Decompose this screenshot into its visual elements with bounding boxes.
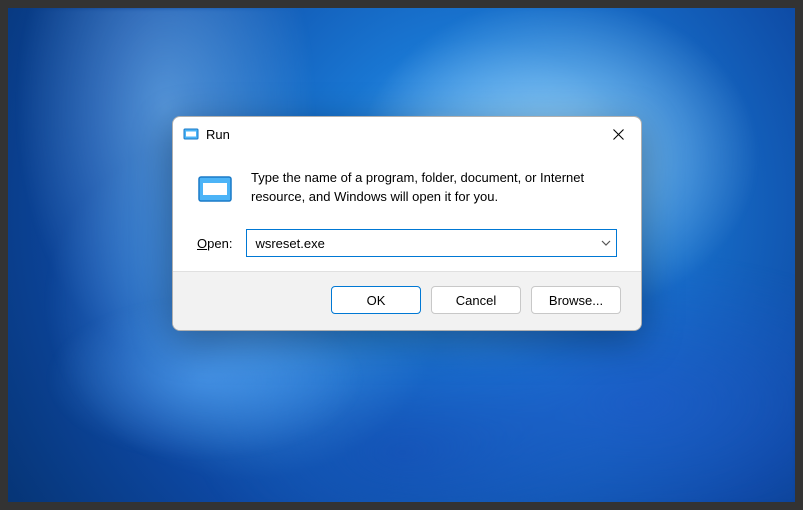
dialog-body: Type the name of a program, folder, docu… bbox=[173, 151, 641, 271]
titlebar[interactable]: Run bbox=[173, 117, 641, 151]
button-row: OK Cancel Browse... bbox=[173, 271, 641, 330]
open-label: Open: bbox=[197, 236, 232, 251]
run-icon-large bbox=[197, 171, 233, 207]
cancel-button[interactable]: Cancel bbox=[431, 286, 521, 314]
browse-button[interactable]: Browse... bbox=[531, 286, 621, 314]
run-icon bbox=[183, 126, 199, 142]
close-button[interactable] bbox=[595, 117, 641, 151]
open-combobox[interactable] bbox=[246, 229, 617, 257]
open-input[interactable] bbox=[246, 229, 617, 257]
dialog-title: Run bbox=[206, 127, 595, 142]
ok-button[interactable]: OK bbox=[331, 286, 421, 314]
run-dialog: Run Type the name of a program, folder, … bbox=[172, 116, 642, 331]
close-icon bbox=[613, 129, 624, 140]
dialog-description: Type the name of a program, folder, docu… bbox=[251, 169, 617, 207]
